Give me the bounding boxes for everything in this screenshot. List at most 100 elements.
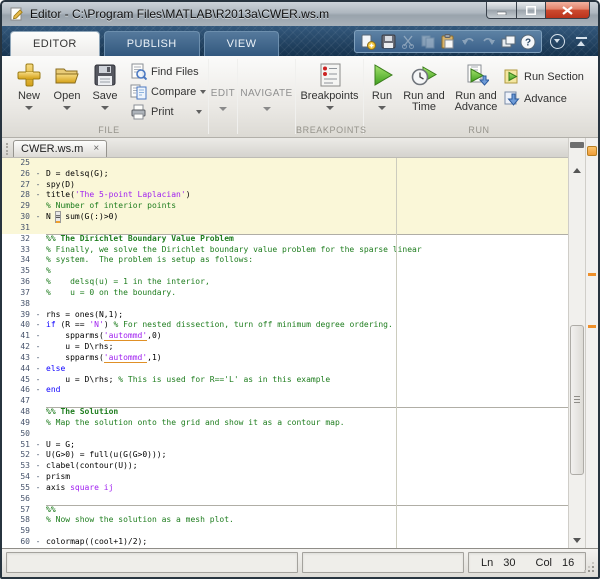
line-number[interactable]: 48 xyxy=(2,407,30,418)
breakpoint-dash[interactable] xyxy=(30,223,46,234)
breakpoint-dash[interactable]: - xyxy=(30,537,46,548)
breakpoint-dash[interactable]: - xyxy=(30,353,46,364)
edit-gallery-button[interactable]: EDIT xyxy=(209,56,237,137)
breakpoint-dash[interactable] xyxy=(30,494,46,505)
code-text[interactable] xyxy=(46,299,568,310)
document-tab-close-icon[interactable]: × xyxy=(93,144,99,154)
line-number[interactable]: 55 xyxy=(2,483,30,494)
code-line[interactable]: 30-N = sum(G(:)>0) xyxy=(2,212,568,223)
breakpoint-dash[interactable]: - xyxy=(30,483,46,494)
code-line[interactable]: 42- u = D\rhs; xyxy=(2,342,568,353)
line-number[interactable]: 57 xyxy=(2,505,30,516)
breakpoint-dash[interactable]: - xyxy=(30,385,46,396)
breakpoint-dash[interactable] xyxy=(30,418,46,429)
code-line[interactable]: 58 % Now show the solution as a mesh plot… xyxy=(2,515,568,526)
paste-icon[interactable] xyxy=(439,33,457,50)
line-number[interactable]: 54 xyxy=(2,472,30,483)
breakpoint-dash[interactable]: - xyxy=(30,331,46,342)
breakpoint-dash[interactable] xyxy=(30,201,46,212)
copy-icon[interactable] xyxy=(419,33,437,50)
code-line[interactable]: 37% u = 0 on the boundary. xyxy=(2,288,568,299)
breakpoint-dash[interactable] xyxy=(30,158,46,169)
open-dropdown-arrow[interactable] xyxy=(63,106,71,110)
breakpoint-dash[interactable] xyxy=(30,245,46,256)
line-number[interactable]: 34 xyxy=(2,255,30,266)
code-line[interactable]: 25 xyxy=(2,158,568,169)
run-button[interactable]: Run xyxy=(364,60,400,110)
code-text[interactable]: rhs = ones(N,1); xyxy=(46,310,568,321)
breakpoint-dash[interactable]: - xyxy=(30,212,46,223)
run-and-advance-button[interactable]: Run and Advance xyxy=(448,60,504,113)
close-button[interactable] xyxy=(546,2,590,19)
code-text[interactable]: %% The Dirichlet Boundary Value Problem xyxy=(46,234,568,245)
code-line[interactable]: 35% xyxy=(2,266,568,277)
navigate-gallery-arrow[interactable] xyxy=(263,107,271,111)
run-section-button[interactable]: Run Section xyxy=(504,68,590,86)
breakpoints-dropdown-arrow[interactable] xyxy=(326,106,334,110)
vertical-scrollbar[interactable] xyxy=(568,138,585,548)
code-line[interactable]: 47 xyxy=(2,396,568,407)
undo-icon[interactable] xyxy=(459,33,477,50)
code-text[interactable]: %% xyxy=(46,505,568,516)
breakpoint-dash[interactable] xyxy=(30,288,46,299)
line-number[interactable]: 44 xyxy=(2,364,30,375)
code-text[interactable]: % xyxy=(46,266,568,277)
code-line[interactable]: 27-spy(D) xyxy=(2,180,568,191)
code-text[interactable]: else xyxy=(46,364,568,375)
breakpoint-dash[interactable] xyxy=(30,526,46,537)
code-text[interactable]: % Number of interior points xyxy=(46,201,568,212)
code-line[interactable]: 36% delsq(u) = 1 in the interior, xyxy=(2,277,568,288)
line-number[interactable]: 58 xyxy=(2,515,30,526)
code-line[interactable]: 55-axis square ij xyxy=(2,483,568,494)
code-text[interactable] xyxy=(46,158,568,169)
compare-dropdown-arrow[interactable] xyxy=(200,90,206,94)
breakpoint-dash[interactable]: - xyxy=(30,364,46,375)
code-line[interactable]: 41- spparms('autommd',0) xyxy=(2,331,568,342)
code-text[interactable] xyxy=(46,526,568,537)
line-number[interactable]: 49 xyxy=(2,418,30,429)
breakpoint-dash[interactable] xyxy=(30,407,46,418)
code-line[interactable]: 56 xyxy=(2,494,568,505)
line-number[interactable]: 51 xyxy=(2,440,30,451)
code-line[interactable]: 52-U(G>0) = full(u(G(G>0))); xyxy=(2,450,568,461)
line-number[interactable]: 30 xyxy=(2,212,30,223)
line-number[interactable]: 47 xyxy=(2,396,30,407)
breakpoint-dash[interactable] xyxy=(30,299,46,310)
code-text[interactable]: N = sum(G(:)>0) xyxy=(46,212,568,223)
tabbar-drag-grip[interactable] xyxy=(6,143,10,155)
breakpoint-dash[interactable] xyxy=(30,234,46,245)
code-line[interactable]: 43- spparms('autommd',1) xyxy=(2,353,568,364)
line-number[interactable]: 35 xyxy=(2,266,30,277)
line-number[interactable]: 50 xyxy=(2,429,30,440)
code-text[interactable]: %% The Solution xyxy=(46,407,568,418)
save-dropdown-arrow[interactable] xyxy=(101,106,109,110)
maximize-button[interactable] xyxy=(517,2,546,19)
window-switcher-icon[interactable] xyxy=(499,33,517,50)
code-text[interactable]: u = D\rhs; % This is used for R=='L' as … xyxy=(46,375,568,386)
cut-icon[interactable] xyxy=(399,33,417,50)
minimize-button[interactable] xyxy=(486,2,517,19)
line-number[interactable]: 41 xyxy=(2,331,30,342)
edit-gallery-arrow[interactable] xyxy=(219,107,227,111)
code-text[interactable]: % u = 0 on the boundary. xyxy=(46,288,568,299)
breakpoint-dash[interactable]: - xyxy=(30,461,46,472)
new-script-icon[interactable] xyxy=(359,33,377,50)
tab-publish[interactable]: PUBLISH xyxy=(104,31,200,56)
code-text[interactable]: % Now show the solution as a mesh plot. xyxy=(46,515,568,526)
code-text[interactable]: % Finally, we solve the Dirichlet bounda… xyxy=(46,245,568,256)
code-line[interactable]: 59 xyxy=(2,526,568,537)
print-button[interactable]: Print xyxy=(130,103,204,120)
line-number[interactable]: 26 xyxy=(2,169,30,180)
tab-view[interactable]: VIEW xyxy=(204,31,280,56)
line-number[interactable]: 60 xyxy=(2,537,30,548)
open-button[interactable]: Open xyxy=(48,60,86,110)
code-line[interactable]: 53-clabel(contour(U)); xyxy=(2,461,568,472)
save-button[interactable]: Save xyxy=(86,60,124,110)
scroll-up-icon[interactable] xyxy=(569,164,585,176)
code-text[interactable]: % Map the solution onto the grid and sho… xyxy=(46,418,568,429)
titlebar[interactable]: Editor - C:\Program Files\MATLAB\R2013a\… xyxy=(2,2,598,26)
code-text[interactable] xyxy=(46,429,568,440)
code-text[interactable]: prism xyxy=(46,472,568,483)
code-line[interactable]: 51-U = G; xyxy=(2,440,568,451)
code-line[interactable]: 57%% xyxy=(2,505,568,516)
